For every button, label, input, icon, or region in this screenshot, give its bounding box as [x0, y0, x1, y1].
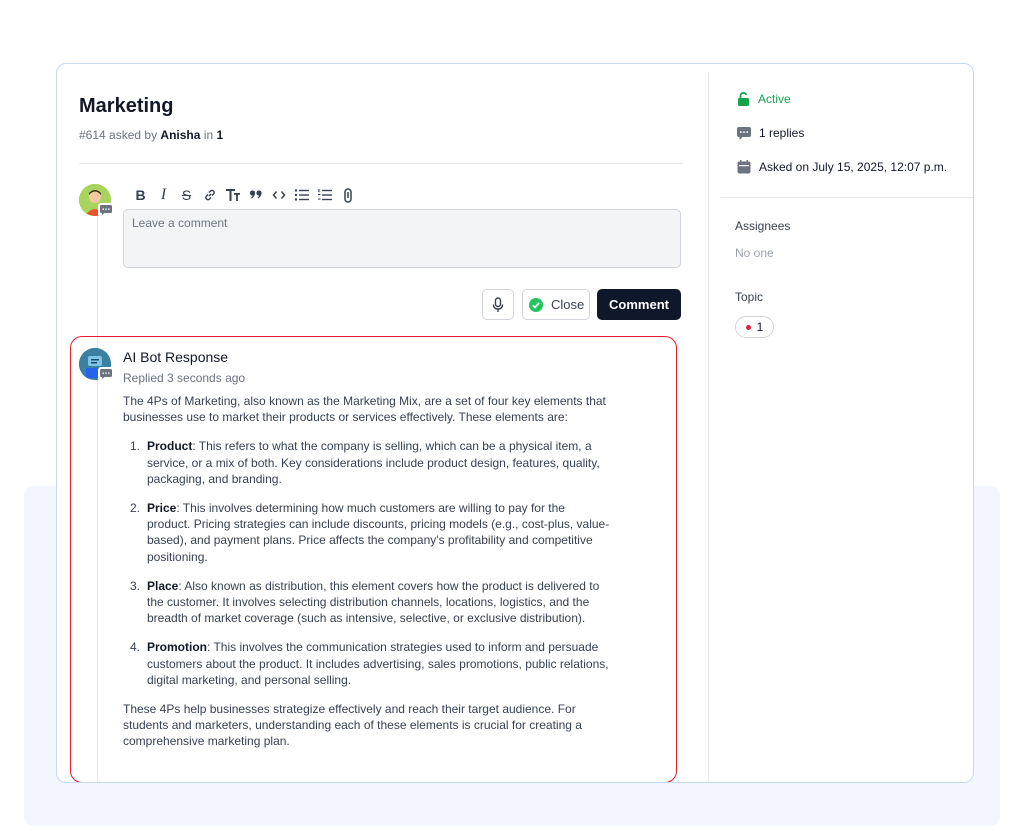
ai-response-timestamp: Replied 3 seconds ago	[123, 371, 246, 385]
list-item: 1. Product: This refers to what the comp…	[123, 438, 611, 487]
bold-icon[interactable]: B	[129, 184, 152, 206]
calendar-icon	[737, 160, 751, 174]
quote-icon[interactable]	[244, 184, 267, 206]
issue-number: #614	[79, 128, 106, 142]
list-item-number: 1.	[129, 439, 140, 454]
topic-ref-link[interactable]: 1	[216, 128, 223, 142]
numbered-list-icon[interactable]	[313, 184, 336, 206]
editor-toolbar: B I S	[129, 184, 359, 206]
comment-button[interactable]: Comment	[597, 289, 681, 320]
replies-text: 1 replies	[759, 126, 805, 140]
ai-response-body: The 4Ps of Marketing, also known as the …	[123, 393, 611, 750]
strikethrough-icon[interactable]: S	[175, 184, 198, 206]
list-item-text: : This involves the communication strate…	[147, 640, 609, 687]
ai-response-intro: The 4Ps of Marketing, also known as the …	[123, 394, 606, 425]
close-label: Close	[551, 297, 585, 312]
issue-meta: #614 asked by Anisha in 1	[79, 128, 223, 142]
ai-response-author: AI Bot Response	[123, 349, 229, 365]
list-item: 2. Price: This involves determining how …	[123, 500, 611, 565]
list-item-text: : Also known as distribution, this eleme…	[147, 578, 600, 626]
microphone-button[interactable]	[482, 289, 514, 320]
ai-response-outro: These 4Ps help businesses strategize eff…	[123, 702, 582, 749]
comment-icon	[737, 126, 751, 140]
link-icon[interactable]	[198, 184, 221, 206]
unlock-icon	[738, 92, 749, 106]
attachment-icon[interactable]	[336, 184, 359, 206]
header-divider	[79, 163, 683, 164]
microphone-icon	[492, 296, 504, 312]
author-link[interactable]: Anisha	[160, 128, 200, 142]
list-item-text: : This involves determining how much cus…	[147, 501, 610, 564]
assignees-label: Assignees	[735, 219, 791, 233]
topic-tag-label: 1	[756, 320, 764, 334]
list-item-term: Place	[147, 578, 179, 593]
list-item-term: Product	[147, 439, 193, 454]
list-item: 3. Place: Also known as distribution, th…	[123, 578, 611, 627]
check-circle-icon	[529, 297, 543, 312]
page-title: Marketing	[79, 95, 174, 117]
code-icon[interactable]	[267, 184, 290, 206]
list-item: 4. Promotion: This involves the communic…	[123, 639, 611, 688]
close-button[interactable]: Close	[522, 289, 590, 320]
list-item-term: Promotion	[147, 640, 207, 655]
status-text: Active	[758, 92, 791, 106]
comment-badge-icon	[98, 367, 114, 381]
list-item-term: Price	[147, 501, 177, 516]
comment-badge-icon	[98, 203, 114, 217]
topic-tag[interactable]: 1	[735, 316, 774, 338]
sidebar-divider	[708, 72, 709, 782]
assignees-value[interactable]: No one	[735, 246, 774, 260]
in-text: in	[203, 128, 214, 142]
replies-count: 1 replies	[737, 126, 804, 140]
topic-label: Topic	[735, 290, 764, 304]
list-item-number: 2.	[129, 501, 140, 516]
italic-icon[interactable]: I	[152, 184, 175, 206]
bullet-list-icon[interactable]	[290, 184, 313, 206]
status-badge: Active	[737, 92, 791, 106]
asked-by-text: asked by	[109, 128, 158, 142]
asked-on: Asked on July 15, 2025, 12:07 p.m.	[737, 160, 947, 174]
heading-icon[interactable]	[221, 184, 244, 206]
asked-on-text: Asked on July 15, 2025, 12:07 p.m.	[759, 160, 948, 174]
sidebar-divider-h	[721, 197, 973, 198]
issue-card: Marketing #614 asked by Anisha in 1 B I …	[56, 63, 974, 783]
list-item-text: : This refers to what the company is sel…	[147, 439, 600, 486]
comment-input[interactable]: Leave a comment	[123, 209, 681, 268]
topic-dot-icon	[745, 324, 751, 330]
comment-placeholder: Leave a comment	[132, 216, 228, 230]
list-item-number: 4.	[129, 640, 140, 655]
list-item-number: 3.	[129, 578, 140, 593]
ai-response-list: 1. Product: This refers to what the comp…	[123, 438, 611, 688]
